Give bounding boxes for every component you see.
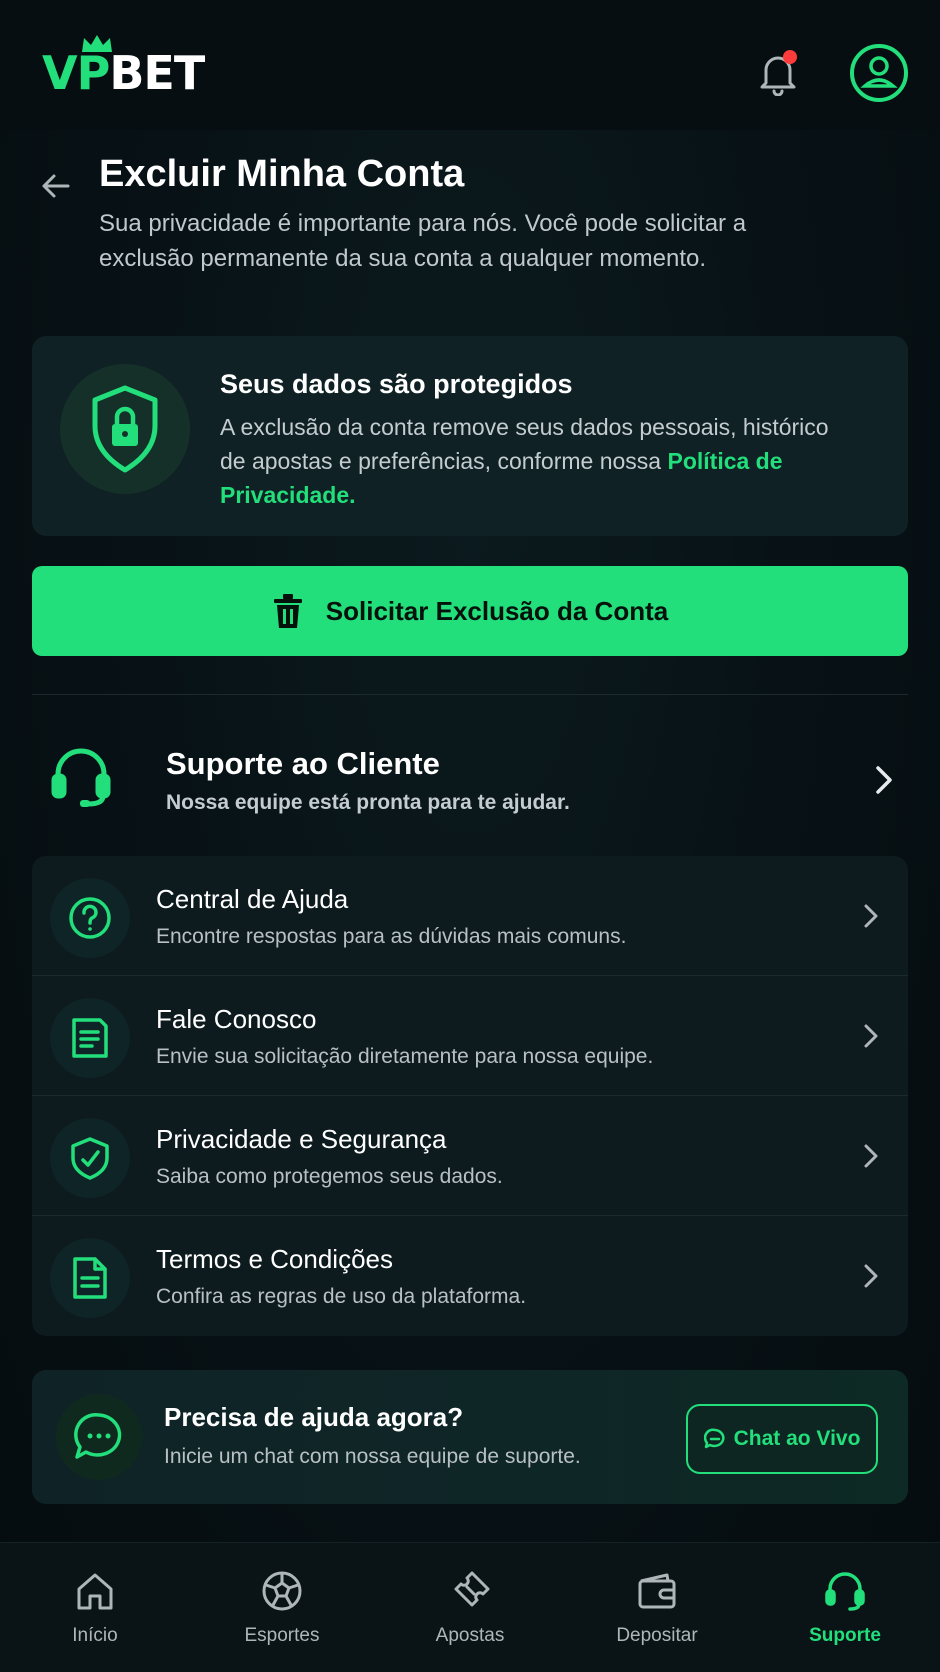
- nav-home[interactable]: Início: [20, 1569, 170, 1659]
- app-header: VPBET: [0, 0, 940, 130]
- menu-item-help-center[interactable]: Central de Ajuda Encontre respostas para…: [32, 856, 908, 976]
- chevron-right-icon[interactable]: [868, 762, 900, 798]
- bottom-navigation: Início Esportes Apostas Depositar Suport…: [0, 1542, 940, 1672]
- menu-item-privacy-security[interactable]: Privacidade e Segurança Saiba como prote…: [32, 1096, 908, 1216]
- support-menu: Central de Ajuda Encontre respostas para…: [32, 856, 908, 1336]
- protect-icon-container: [60, 364, 190, 494]
- form-document-icon: [72, 1018, 108, 1058]
- logo-text: VPBET: [42, 46, 205, 100]
- chat-bubble-icon: [74, 1413, 122, 1459]
- logo-vp: VP: [42, 46, 110, 100]
- data-protected-card: Seus dados são protegidos A exclusão da …: [32, 336, 908, 536]
- nav-support[interactable]: Suporte: [770, 1569, 920, 1659]
- menu-item-title: Central de Ajuda: [156, 884, 349, 914]
- soccer-ball-icon: [262, 1571, 302, 1611]
- menu-icon-container: [50, 1118, 130, 1198]
- menu-icon-container: [50, 878, 130, 958]
- nav-label: Apostas: [435, 1625, 505, 1646]
- logo-bet: BET: [109, 46, 205, 100]
- request-deletion-button[interactable]: Solicitar Exclusão da Conta: [32, 566, 908, 656]
- headset-icon: [825, 1572, 865, 1611]
- menu-item-subtitle: Envie sua solicitação diretamente para n…: [156, 1045, 654, 1068]
- live-chat-label: Chat ao Vivo: [733, 1427, 861, 1450]
- chevron-right-icon: [864, 1144, 878, 1168]
- menu-item-subtitle: Saiba como protegemos seus dados.: [156, 1165, 503, 1188]
- page-title: Excluir Minha Conta: [99, 153, 465, 195]
- menu-item-terms[interactable]: Termos e Condições Confira as regras de …: [32, 1216, 908, 1336]
- nav-sports[interactable]: Esportes: [207, 1569, 357, 1659]
- protect-title: Seus dados são protegidos: [220, 369, 573, 399]
- shield-lock-icon: [92, 385, 158, 473]
- profile-button[interactable]: [850, 44, 908, 102]
- menu-item-title: Fale Conosco: [156, 1004, 317, 1034]
- chevron-right-icon: [864, 1264, 878, 1288]
- menu-item-title: Termos e Condições: [156, 1244, 393, 1274]
- page-subtitle: Sua privacidade é importante para nós. V…: [99, 210, 747, 272]
- question-circle-icon: [69, 897, 111, 939]
- nav-label: Depositar: [616, 1625, 698, 1646]
- notification-dot: [783, 50, 797, 64]
- nav-deposit[interactable]: Depositar: [582, 1569, 732, 1659]
- wallet-icon: [638, 1573, 676, 1609]
- protect-text: A exclusão da conta remove seus dados pe…: [220, 410, 860, 512]
- live-chat-card: Precisa de ajuda agora? Inicie um chat c…: [32, 1370, 908, 1504]
- nav-label: Suporte: [809, 1625, 881, 1646]
- trash-icon: [273, 594, 302, 628]
- menu-item-title: Privacidade e Segurança: [156, 1124, 447, 1154]
- headset-icon: [51, 748, 111, 807]
- nav-label: Início: [72, 1625, 118, 1646]
- divider: [32, 694, 908, 695]
- menu-icon-container: [50, 1238, 130, 1318]
- back-arrow-icon[interactable]: [38, 168, 74, 204]
- vpbet-logo[interactable]: VPBET: [42, 34, 242, 98]
- request-deletion-label: Solicitar Exclusão da Conta: [325, 595, 669, 626]
- support-subtitle: Nossa equipe está pronta para te ajudar.: [166, 791, 570, 814]
- chevron-right-icon: [864, 904, 878, 928]
- ticket-icon: [454, 1571, 490, 1607]
- page: VPBET Excluir Minha Conta Sua privacidad…: [0, 0, 940, 1672]
- menu-item-subtitle: Encontre respostas para as dúvidas mais …: [156, 925, 627, 948]
- shield-check-icon: [71, 1137, 109, 1180]
- nav-bets[interactable]: Apostas: [395, 1569, 545, 1659]
- menu-item-subtitle: Confira as regras de uso da plataforma.: [156, 1285, 527, 1308]
- menu-icon-container: [50, 998, 130, 1078]
- support-title: Suporte ao Cliente: [166, 746, 440, 781]
- help-title: Precisa de ajuda agora?: [164, 1402, 464, 1432]
- document-icon: [73, 1257, 107, 1299]
- home-icon: [77, 1573, 113, 1610]
- menu-item-contact-us[interactable]: Fale Conosco Envie sua solicitação diret…: [32, 976, 908, 1096]
- live-chat-button[interactable]: Chat ao Vivo: [686, 1404, 878, 1474]
- help-subtitle: Inicie um chat com nossa equipe de supor…: [164, 1445, 581, 1468]
- chat-icon: [703, 1428, 725, 1449]
- help-icon-container: [56, 1394, 142, 1480]
- user-icon: [860, 56, 898, 88]
- chevron-right-icon: [864, 1024, 878, 1048]
- nav-label: Esportes: [244, 1625, 320, 1646]
